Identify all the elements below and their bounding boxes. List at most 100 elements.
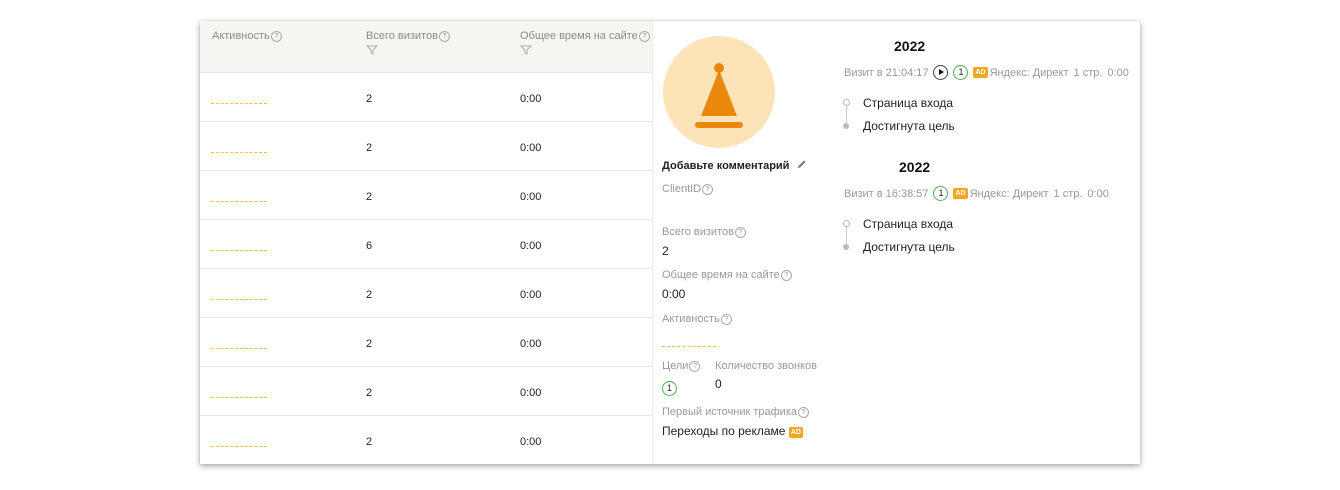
activity-indicator (211, 250, 267, 251)
goals-count[interactable]: 1 (933, 186, 949, 201)
visit-duration: 0:00 (1107, 66, 1129, 79)
visit-duration: 0:00 (1087, 187, 1109, 200)
visitor-panel: Активность? Всего визитов? Общее время н… (200, 21, 1140, 464)
time-label: Общее время на сайте? (662, 269, 792, 281)
table-row[interactable]: 2 0:00 (200, 171, 652, 220)
activity-indicator (662, 346, 716, 347)
help-icon[interactable]: ? (780, 270, 792, 281)
table-row[interactable]: 6 0:00 (200, 220, 652, 269)
column-header-activity[interactable]: Активность? (212, 30, 282, 42)
source-value-text: Переходы по рекламе (662, 424, 786, 438)
help-icon[interactable]: ? (270, 31, 282, 42)
time-value: 0:00 (662, 287, 686, 301)
time-cell: 0:00 (520, 142, 542, 154)
party-hat-icon (695, 63, 743, 128)
visit-step[interactable]: Страница входа (863, 96, 953, 110)
client-id-label: ClientID? (662, 183, 714, 195)
source-value: Переходы по рекламе AD (662, 424, 803, 438)
filter-icon[interactable] (520, 45, 532, 55)
timeline-dot (843, 99, 850, 106)
table-row[interactable]: 2 0:00 (200, 269, 652, 318)
visit-step[interactable]: Достигнута цель (863, 119, 955, 133)
help-icon[interactable]: ? (798, 407, 809, 418)
visit-source: Яндекс: Директ (969, 187, 1049, 200)
time-cell: 0:00 (520, 387, 542, 399)
time-label-text: Общее время на сайте (662, 269, 780, 281)
column-header-visits[interactable]: Всего визитов? (366, 30, 450, 55)
activity-indicator (211, 397, 267, 398)
goals-count: 1 (662, 381, 677, 396)
visits-cell: 2 (366, 436, 373, 448)
visits-cell: 2 (366, 93, 373, 105)
activity-label-text: Активность (662, 313, 720, 325)
activity-indicator (211, 152, 267, 153)
visitor-profile: Добавьте комментарий ClientID? Всего виз… (652, 21, 1140, 464)
source-label-text: Первый источник трафика (662, 406, 797, 418)
visits-cell: 2 (366, 191, 373, 203)
calls-value: 0 (715, 377, 722, 391)
visit-summary[interactable]: Визит в 16:38:57 1 AD Яндекс: Директ 1 с… (844, 186, 1109, 201)
table-row[interactable]: 2 0:00 (200, 318, 652, 367)
table-row[interactable]: 2 0:00 (200, 73, 652, 122)
help-icon[interactable]: ? (638, 31, 650, 42)
column-header-label: Общее время на сайте (520, 30, 638, 42)
column-header-label: Активность (212, 30, 270, 42)
visit-year: 2022 (899, 159, 931, 175)
timeline-dot (843, 123, 849, 129)
visit-year: 2022 (894, 38, 926, 54)
timeline-line (846, 224, 847, 246)
timeline-dot (843, 244, 849, 250)
time-cell: 0:00 (520, 436, 542, 448)
source-label: Первый источник трафика? (662, 406, 809, 418)
visit-time: Визит в 16:38:57 (844, 187, 929, 200)
visit-time: Визит в 21:04:17 (844, 66, 929, 79)
timeline-line (846, 103, 847, 125)
ad-badge-icon: AD (788, 427, 803, 438)
goals-count[interactable]: 1 (953, 65, 969, 80)
avatar (663, 36, 775, 148)
visits-label: Всего визитов? (662, 226, 746, 238)
time-cell: 0:00 (520, 289, 542, 301)
goals-badge[interactable]: 1 (662, 378, 677, 396)
help-icon[interactable]: ? (702, 184, 714, 195)
play-icon[interactable] (933, 65, 949, 80)
timeline-dot (843, 220, 850, 227)
table-row[interactable]: 2 0:00 (200, 367, 652, 416)
visits-cell: 2 (366, 387, 373, 399)
visitors-table: Активность? Всего визитов? Общее время н… (200, 21, 653, 464)
table-row[interactable]: 2 0:00 (200, 122, 652, 171)
visits-cell: 2 (366, 289, 373, 301)
goals-label-text: Цели (662, 360, 689, 372)
visits-cell: 2 (366, 142, 373, 154)
help-icon[interactable]: ? (438, 31, 450, 42)
table-row[interactable]: 2 0:00 (200, 416, 652, 464)
time-cell: 0:00 (520, 191, 542, 203)
ad-badge-icon: AD (953, 188, 968, 199)
activity-indicator (211, 201, 267, 202)
visits-value: 2 (662, 244, 669, 258)
visit-pages: 1 стр. (1053, 187, 1083, 200)
visit-source: Яндекс: Директ (989, 66, 1069, 79)
activity-label: Активность? (662, 313, 732, 325)
visit-summary[interactable]: Визит в 21:04:17 1 AD Яндекс: Директ 1 с… (844, 65, 1129, 80)
visit-step[interactable]: Страница входа (863, 217, 953, 231)
pencil-icon[interactable] (796, 159, 807, 170)
filter-icon[interactable] (366, 45, 378, 55)
help-icon[interactable]: ? (734, 227, 746, 238)
help-icon[interactable]: ? (689, 361, 701, 372)
client-id-label-text: ClientID (662, 183, 702, 195)
visits-cell: 6 (366, 240, 373, 252)
visit-step[interactable]: Достигнута цель (863, 240, 955, 254)
column-header-time[interactable]: Общее время на сайте? (520, 30, 650, 55)
table-header: Активность? Всего визитов? Общее время н… (200, 21, 652, 73)
column-header-label: Всего визитов (366, 30, 438, 42)
visits-cell: 2 (366, 338, 373, 350)
time-cell: 0:00 (520, 93, 542, 105)
help-icon[interactable]: ? (720, 314, 732, 325)
activity-indicator (211, 446, 267, 447)
activity-indicator (211, 299, 267, 300)
time-cell: 0:00 (520, 338, 542, 350)
add-comment-button[interactable]: Добавьте комментарий (662, 159, 807, 172)
visits-label-text: Всего визитов (662, 226, 734, 238)
time-cell: 0:00 (520, 240, 542, 252)
